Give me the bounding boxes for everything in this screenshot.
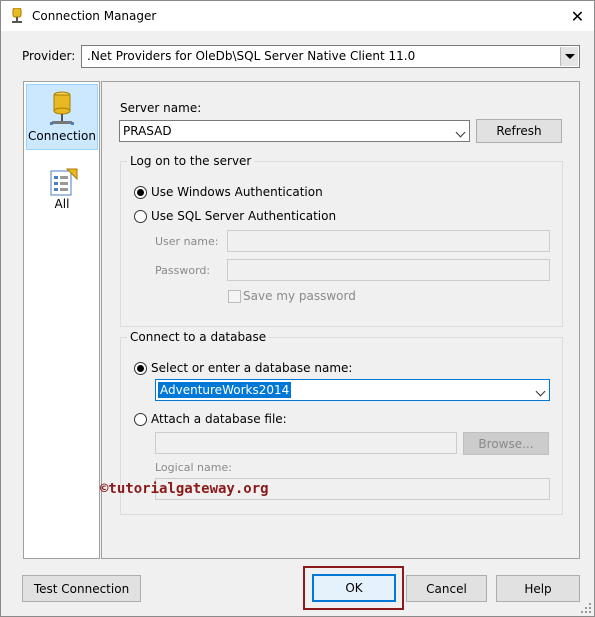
server-name-combobox[interactable]: PRASAD <box>119 120 470 142</box>
sql-auth-radio[interactable] <box>134 210 147 223</box>
provider-label: Provider: <box>22 49 76 63</box>
server-name-label: Server name: <box>120 101 202 115</box>
provider-value: .Net Providers for OleDb\SQL Server Nati… <box>87 49 416 63</box>
resize-grip-icon[interactable] <box>580 602 592 614</box>
refresh-button[interactable]: Refresh <box>476 119 562 143</box>
select-database-label[interactable]: Select or enter a database name: <box>151 361 352 375</box>
help-button[interactable]: Help <box>496 575 580 602</box>
close-button[interactable]: ✕ <box>561 1 594 31</box>
sidebar-item-label: Connection <box>28 129 96 143</box>
ok-button[interactable]: OK <box>312 574 396 602</box>
watermark-text: ©tutorialgateway.org <box>100 481 269 497</box>
windows-auth-radio[interactable] <box>134 186 147 199</box>
logon-group-title: Log on to the server <box>127 154 255 168</box>
username-field[interactable] <box>227 230 550 252</box>
windows-auth-label[interactable]: Use Windows Authentication <box>151 185 323 199</box>
sidebar-item-connection[interactable]: Connection <box>26 84 98 150</box>
password-label: Password: <box>155 264 211 277</box>
sidebar: Connection All <box>23 81 100 559</box>
connection-manager-window: Connection Manager ✕ Provider: .Net Prov… <box>0 0 595 617</box>
database-group-title: Connect to a database <box>127 330 270 344</box>
properties-icon <box>50 168 78 196</box>
provider-dropdown-arrow[interactable] <box>560 47 578 66</box>
save-password-checkbox[interactable] <box>228 290 241 303</box>
provider-dropdown[interactable]: .Net Providers for OleDb\SQL Server Nati… <box>81 45 580 68</box>
chevron-down-icon[interactable] <box>455 127 466 138</box>
database-name-combobox[interactable]: AdventureWorks2014 <box>155 379 550 401</box>
window-title: Connection Manager <box>32 9 157 23</box>
cancel-button[interactable]: Cancel <box>406 575 487 602</box>
password-field[interactable] <box>227 259 550 281</box>
save-password-label[interactable]: Save my password <box>243 289 356 303</box>
database-icon <box>50 91 74 125</box>
server-name-value: PRASAD <box>123 124 172 138</box>
sidebar-item-label: All <box>54 197 70 211</box>
logical-name-label: Logical name: <box>155 461 232 474</box>
test-connection-button[interactable]: Test Connection <box>22 575 141 602</box>
chevron-down-icon <box>564 54 575 59</box>
close-icon: ✕ <box>570 6 585 26</box>
username-label: User name: <box>155 235 219 248</box>
database-name-value: AdventureWorks2014 <box>158 382 292 398</box>
app-icon <box>12 8 22 23</box>
browse-button[interactable]: Browse... <box>463 432 549 455</box>
sidebar-item-all[interactable]: All <box>26 167 98 223</box>
database-file-field[interactable] <box>155 432 457 454</box>
title-bar[interactable]: Connection Manager ✕ <box>1 1 594 31</box>
sql-auth-label[interactable]: Use SQL Server Authentication <box>151 209 336 223</box>
attach-file-radio[interactable] <box>134 413 147 426</box>
select-database-radio[interactable] <box>134 362 147 375</box>
chevron-down-icon[interactable] <box>535 386 546 397</box>
attach-file-label[interactable]: Attach a database file: <box>151 412 287 426</box>
